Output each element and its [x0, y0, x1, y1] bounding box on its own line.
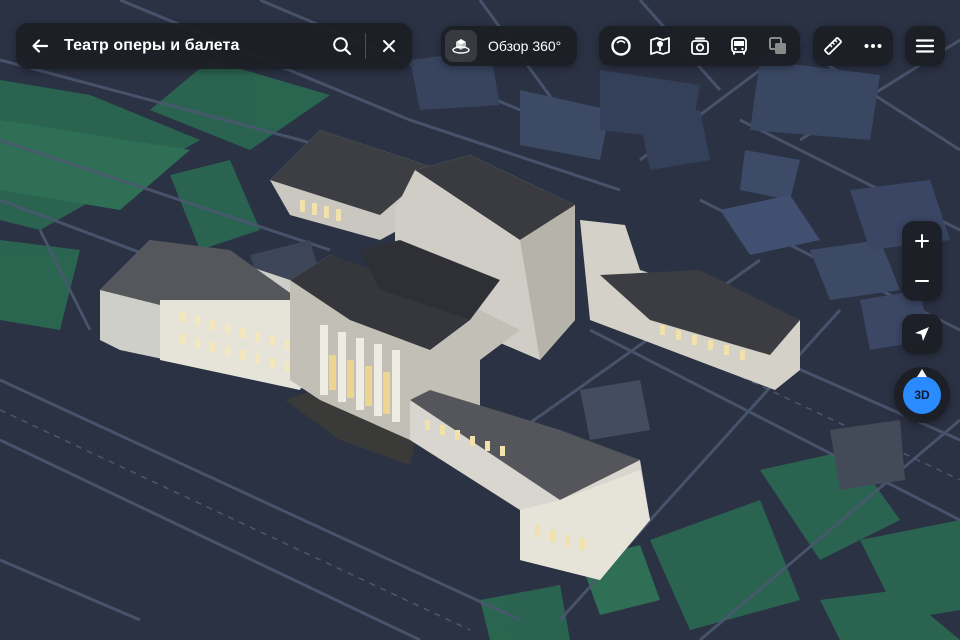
panorama-360-icon — [445, 30, 477, 62]
ruler-icon[interactable] — [813, 26, 853, 66]
zoom-controls — [902, 221, 942, 301]
map-canvas[interactable] — [0, 0, 960, 640]
tools-panel — [813, 26, 893, 66]
map-pin-layer-icon[interactable] — [640, 26, 679, 66]
circle-layer-icon[interactable] — [601, 26, 640, 66]
compass-3d-button[interactable]: 3D — [894, 367, 950, 423]
minus-icon[interactable] — [902, 261, 942, 301]
more-dots-icon[interactable] — [853, 26, 893, 66]
map-layers-panel — [599, 26, 800, 66]
layers-icon[interactable] — [759, 26, 798, 66]
arrow-left-icon[interactable] — [16, 23, 64, 69]
search-icon[interactable] — [319, 23, 365, 69]
panorama-360-label: Обзор 360° — [488, 38, 562, 54]
hamburger-menu-icon[interactable] — [905, 26, 945, 66]
location-arrow-icon[interactable] — [902, 314, 942, 354]
compass-dial: 3D — [903, 376, 941, 414]
compass-3d-label: 3D — [914, 388, 930, 402]
panorama-360-button[interactable]: Обзор 360° — [441, 26, 577, 66]
camera-layer-icon[interactable] — [680, 26, 719, 66]
close-icon[interactable] — [366, 23, 412, 69]
compass-north-pointer — [917, 369, 927, 377]
bus-icon[interactable] — [719, 26, 758, 66]
plus-icon[interactable] — [902, 221, 942, 261]
search-panel: Театр оперы и балета — [16, 23, 412, 69]
search-query-text[interactable]: Театр оперы и балета — [64, 37, 319, 55]
